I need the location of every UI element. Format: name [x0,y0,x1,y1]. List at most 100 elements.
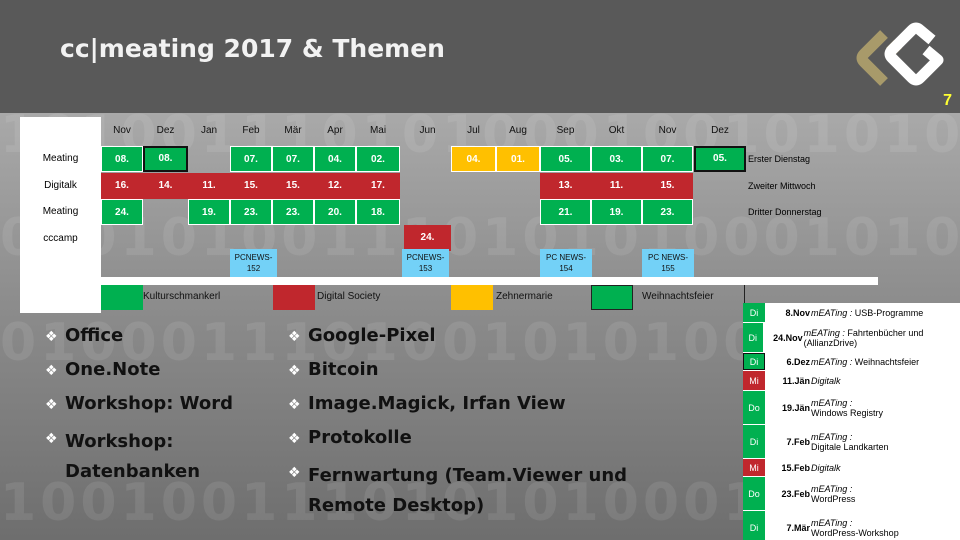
calendar-cell[interactable]: 15. [230,173,272,199]
weekday-badge: Di [743,323,763,352]
calendar-cell[interactable]: 24. [404,225,451,251]
event-date: 7.Mär [786,522,810,533]
calendar-cell[interactable]: 05. [540,146,591,172]
list-item: ❖ Google-Pixel [288,325,436,346]
event-topic: Weihnachtsfeier [854,356,920,367]
calendar-cell[interactable]: 17. [356,173,400,199]
calendar-cell[interactable]: 07. [230,146,272,172]
calendar-cell[interactable]: 23. [272,199,314,225]
diamond-bullet-icon: ❖ [288,465,301,481]
diamond-bullet-icon: ❖ [45,329,58,345]
event-topic: Windows Registry [811,407,884,418]
event-date: 15.Feb [781,462,810,473]
event-description: mEATing : Digitale Landkarten [811,430,889,454]
calendar-cell[interactable]: 24. [101,199,143,225]
calendar-cell[interactable]: 08. [143,146,188,172]
calendar-cell[interactable]: 07. [272,146,314,172]
event-kind: mEATing : [811,483,853,494]
calendar-cell[interactable]: 08. [101,146,143,172]
event-description: mEATing : USB-Programme [811,306,923,320]
weekday-badge: Do [743,391,765,424]
calendar-cell[interactable]: 15. [642,173,693,199]
pcnews-badge[interactable]: PC NEWS- 154 [540,249,592,277]
event-kind: Digitalk [811,375,841,386]
calendar-cell[interactable]: 11. [188,173,230,199]
schedule-item[interactable]: Di 8.Nov mEATing : USB-Programme [743,303,960,323]
schedule-item[interactable]: Mi 15.Feb Digitalk [743,459,960,477]
list-item: ❖ Image.Magick, Irfan View [288,393,566,414]
calendar-cell[interactable]: 16. [101,173,143,199]
diamond-bullet-icon: ❖ [288,363,301,379]
pcnews-label: 152 [246,264,261,273]
calendar-cell[interactable]: 14. [143,173,188,199]
weekday-badge: Do [743,477,765,510]
calendar-cell[interactable]: 23. [642,199,693,225]
pcnews-label: PC NEWS- [546,253,586,262]
schedule-item[interactable]: Di 7.Feb mEATing : Digitale Landkarten [743,425,960,459]
event-date: 19.Jän [781,402,810,413]
legend-label: Zehnermarie [496,291,553,302]
row-label-digitalk: Digitalk [44,180,77,191]
schedule-item[interactable]: Do 19.Jän mEATing : Windows Registry [743,391,960,425]
calendar-cell[interactable]: 07. [642,146,693,172]
slide-header: cc|meating 2017 & Themen 7 [0,0,960,113]
diamond-bullet-icon: ❖ [288,329,301,345]
calendar-cell[interactable]: 05. [694,146,746,172]
list-item: ❖ One.Note [45,359,161,380]
event-date: 8.Nov [785,307,810,318]
event-topic: WordPress-Workshop [811,527,899,538]
calendar-cell[interactable]: 04. [314,146,356,172]
event-kind: Digitalk [811,462,841,473]
schedule-item[interactable]: Di 7.Mär mEATing : WordPress-Workshop [743,511,960,540]
calendar-cell[interactable]: 12. [314,173,356,199]
cc-logo-icon [856,22,944,86]
row-label-meating-2: Meating [42,206,79,217]
diamond-bullet-icon: ❖ [45,363,58,379]
calendar-cell[interactable]: 19. [591,199,642,225]
schedule-list: Di 8.Nov mEATing : USB-Programme Di 24.Nov mE… [743,303,960,540]
schedule-item[interactable]: Di 24.Nov mEATing : Fahrtenbücher und (All… [743,323,960,353]
month-label: Nov [658,125,677,136]
event-kind: mEATing : [811,431,853,442]
calendar-cell[interactable]: 04. [451,146,496,172]
calendar-cell[interactable]: 19. [188,199,230,225]
event-date: 6.Dez [786,356,810,367]
event-date: 11.Jän [782,375,810,386]
weekday-badge: Mi [743,371,765,390]
calendar-cell[interactable]: 01. [496,146,540,172]
pcnews-badge[interactable]: PCNEWS- 152 [230,249,277,277]
schedule-item[interactable]: Di 6.Dez mEATing : Weihnachtsfeier [743,353,960,371]
calendar-cell[interactable]: 20. [314,199,356,225]
schedule-item[interactable]: Mi 11.Jän Digitalk [743,371,960,391]
pcnews-label: PCNEWS- [406,253,445,262]
event-description: mEATing : Windows Registry [811,396,883,420]
list-item: ❖ Workshop: Datenbanken [45,431,201,482]
calendar-cell[interactable]: 03. [591,146,642,172]
slide-number: 7 [943,92,952,109]
topics-left-list: ❖ Office ❖ One.Note ❖ Workshop: Word ❖ Works… [45,325,285,487]
event-date: 7.Feb [786,436,810,447]
row-label-panel: Meating Digitalk Meating cccamp [20,117,101,313]
event-topic: WordPress [811,493,856,504]
row-description: Erster Dienstag [748,154,811,164]
event-description: mEATing : WordPress [811,482,855,506]
event-kind: mEATing : [811,356,855,367]
calendar-cell[interactable]: 18. [356,199,400,225]
slide-content: 1010011101010001001010100101 00010100111… [0,113,960,540]
event-topic: Digitale Landkarten [811,441,889,452]
schedule-item[interactable]: Do 23.Feb mEATing : WordPress [743,477,960,511]
calendar-cell[interactable]: 13. [540,173,591,199]
list-item: ❖ Workshop: Word [45,393,234,414]
calendar-cell[interactable]: 02. [356,146,400,172]
calendar-cell[interactable]: 11. [591,173,642,199]
legend-swatch [273,285,315,310]
pcnews-badge[interactable]: PCNEWS- 153 [402,249,449,277]
calendar-cell[interactable]: 21. [540,199,591,225]
pcnews-badge[interactable]: PC NEWS- 155 [642,249,694,277]
event-description: mEATing : WordPress-Workshop [811,516,899,540]
list-item: ❖ Office [45,325,124,346]
event-topic: USB-Programme [854,307,924,318]
calendar-cell[interactable]: 23. [230,199,272,225]
row-description: Zweiter Mittwoch [748,181,816,191]
calendar-cell[interactable]: 15. [272,173,314,199]
